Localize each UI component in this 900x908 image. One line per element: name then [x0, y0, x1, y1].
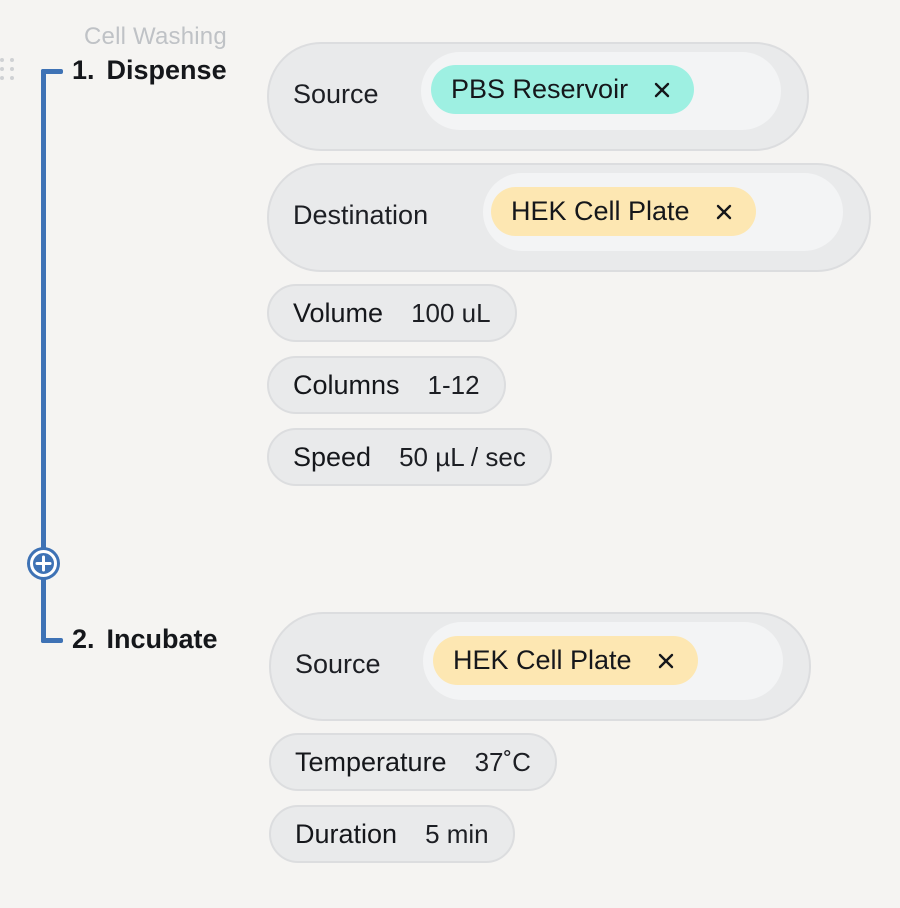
close-icon[interactable]	[656, 651, 676, 671]
destination-input[interactable]: HEK Cell Plate	[483, 173, 843, 251]
source-label: Source	[295, 649, 381, 679]
step-number: 2.	[72, 624, 95, 654]
temperature-field[interactable]: Temperature 37˚C	[269, 733, 557, 791]
temperature-label: Temperature	[295, 746, 447, 777]
speed-field[interactable]: Speed 50 µL / sec	[267, 428, 552, 486]
chip-label: HEK Cell Plate	[453, 645, 632, 675]
source-field[interactable]: Source PBS Reservoir	[267, 42, 809, 151]
volume-field[interactable]: Volume 100 uL	[267, 284, 517, 342]
source-chip[interactable]: PBS Reservoir	[431, 65, 695, 114]
timeline-tick	[41, 69, 63, 74]
close-icon[interactable]	[652, 80, 672, 100]
volume-value: 100 uL	[411, 297, 491, 328]
destination-field[interactable]: Destination HEK Cell Plate	[267, 163, 871, 272]
speed-value: 50 µL / sec	[399, 441, 526, 472]
step-header-incubate[interactable]: 2. Incubate	[72, 624, 218, 655]
destination-chip[interactable]: HEK Cell Plate	[491, 187, 756, 236]
duration-value: 5 min	[425, 818, 489, 849]
columns-field[interactable]: Columns 1-12	[267, 356, 506, 414]
source-chip[interactable]: HEK Cell Plate	[433, 636, 698, 685]
step-name: Dispense	[106, 55, 227, 85]
timeline-tick	[41, 638, 63, 643]
chip-label: HEK Cell Plate	[511, 196, 690, 226]
step-header-dispense[interactable]: 1. Dispense	[72, 55, 227, 86]
close-icon[interactable]	[714, 202, 734, 222]
source-field[interactable]: Source HEK Cell Plate	[269, 612, 811, 721]
duration-label: Duration	[295, 818, 398, 849]
source-label: Source	[293, 79, 379, 109]
step-number: 1.	[72, 55, 95, 85]
columns-value: 1-12	[427, 369, 480, 400]
destination-label: Destination	[293, 200, 429, 230]
step-name: Incubate	[106, 624, 218, 654]
volume-label: Volume	[293, 297, 384, 328]
columns-label: Columns	[293, 369, 400, 400]
speed-label: Speed	[293, 441, 372, 472]
drag-handle-icon[interactable]	[0, 58, 16, 86]
temperature-value: 37˚C	[474, 746, 531, 777]
duration-field[interactable]: Duration 5 min	[269, 805, 515, 863]
group-title: Cell Washing	[84, 23, 227, 50]
source-input[interactable]: PBS Reservoir	[421, 52, 781, 130]
add-step-button[interactable]	[27, 547, 60, 580]
plus-circle-icon	[30, 550, 57, 577]
source-input[interactable]: HEK Cell Plate	[423, 622, 783, 700]
chip-label: PBS Reservoir	[451, 74, 629, 104]
